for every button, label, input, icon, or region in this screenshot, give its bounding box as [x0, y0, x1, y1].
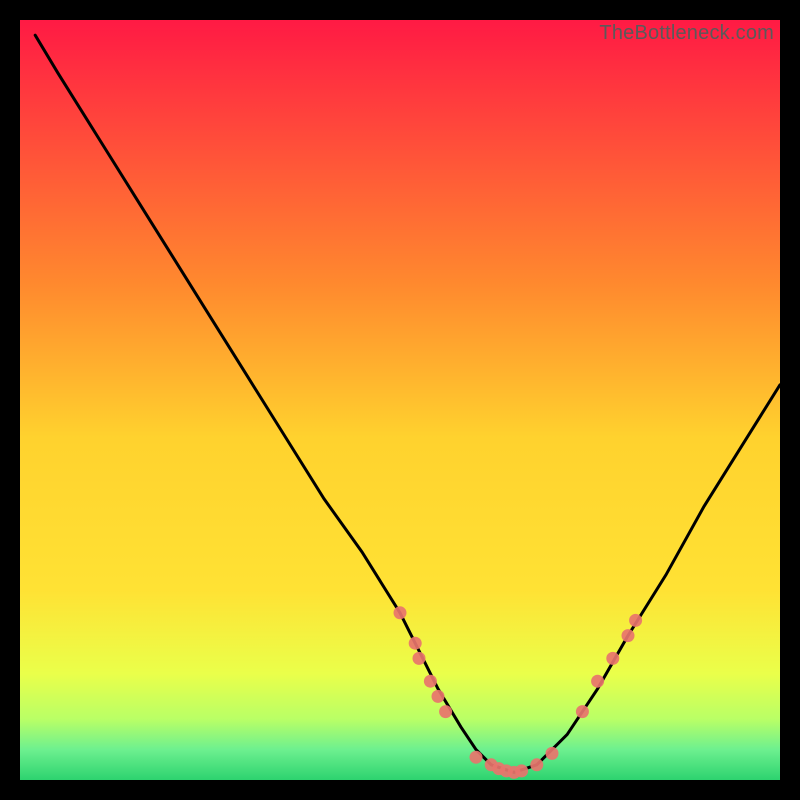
data-marker [606, 652, 619, 665]
data-marker [424, 675, 437, 688]
data-marker [432, 690, 445, 703]
data-marker [576, 705, 589, 718]
data-marker [629, 614, 642, 627]
data-marker [409, 637, 422, 650]
data-marker [515, 764, 528, 777]
attribution-label: TheBottleneck.com [599, 22, 774, 45]
data-marker [530, 758, 543, 771]
gradient-bg [20, 20, 780, 780]
chart-frame: TheBottleneck.com [20, 20, 780, 780]
data-marker [546, 747, 559, 760]
data-marker [439, 705, 452, 718]
data-marker [622, 629, 635, 642]
data-marker [413, 652, 426, 665]
data-marker [591, 675, 604, 688]
bottleneck-chart [20, 20, 780, 780]
data-marker [394, 606, 407, 619]
data-marker [470, 751, 483, 764]
